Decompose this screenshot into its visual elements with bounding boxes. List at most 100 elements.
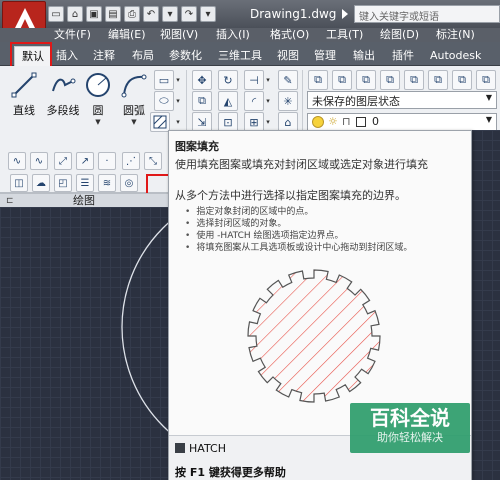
title-bar: ▭ ⌂ ▣ ▤ ⎙ ↶ ▾ ↷ ▾ Drawing1.dwg 键入关键字或短语	[0, 0, 500, 28]
draw-panel-title-bar[interactable]: ⊏ 绘图	[0, 193, 168, 207]
tooltip-bullet: 指定对象封闭的区域中的点。	[185, 206, 412, 218]
array-dropdown-icon[interactable]: ▾	[264, 112, 272, 132]
current-layer-select[interactable]: ☼ ⊓ 0 ▼	[307, 113, 497, 131]
f1-help-text: 按 F1 键获得更多帮助	[175, 466, 286, 479]
layer-unisolate-icon[interactable]: ⧉	[380, 70, 400, 90]
tab-manage[interactable]: 管理	[314, 46, 336, 66]
menu-format[interactable]: 格式(O)	[270, 28, 309, 42]
tooltip-methods-intro: 从多个方法中进行选择以指定图案填充的边界。	[175, 189, 406, 202]
rectangle-dropdown-icon[interactable]: ▾	[174, 70, 182, 90]
measure-icon[interactable]: ⤡	[144, 152, 162, 170]
layer-states-icon[interactable]: ⧉	[332, 70, 352, 90]
layer-freeze-icon[interactable]: ⧉	[404, 70, 424, 90]
hatch-icon[interactable]	[150, 112, 170, 132]
baike-watermark: 百科全说 助你轻松解决	[350, 403, 470, 453]
layer-state-select[interactable]: 未保存的图层状态 ▼	[307, 91, 497, 109]
save-as-icon[interactable]: ▤	[105, 6, 121, 22]
layer-lock-icon[interactable]: ⧉	[452, 70, 472, 90]
arc-dropdown-icon[interactable]: ▼	[116, 118, 152, 126]
tooltip-bullet: 将填充图案从工具选项板或设计中心拖动到封闭区域。	[185, 242, 412, 254]
rectangle-icon[interactable]: ▭	[154, 70, 174, 90]
line-icon	[9, 70, 39, 100]
tab-3d-tools[interactable]: 三维工具	[218, 46, 262, 66]
fillet-dropdown-icon[interactable]: ▾	[264, 91, 272, 111]
ellipse-icon[interactable]: ⬭	[154, 91, 174, 111]
ribbon-tab-row: 默认 插入 注释 布局 参数化 三维工具 视图 管理 输出 插件 Autodes…	[0, 42, 500, 82]
tab-plugins[interactable]: 插件	[392, 46, 414, 66]
drawing-canvas[interactable]	[0, 186, 403, 480]
spline-fit-icon[interactable]: ∿	[8, 152, 26, 170]
menu-dimension[interactable]: 标注(N)	[436, 28, 475, 42]
circle-dropdown-icon[interactable]: ▼	[80, 118, 116, 126]
undo-icon[interactable]: ↶	[143, 6, 159, 22]
menu-file[interactable]: 文件(F)	[54, 28, 91, 42]
fillet-icon[interactable]: ◜	[244, 91, 264, 111]
tooltip-description: 使用填充图案或填充对封闭区域或选定对象进行填充	[175, 158, 428, 171]
layer-state-value: 未保存的图层状态	[312, 95, 400, 108]
new-file-icon[interactable]: ▭	[48, 6, 64, 22]
layer-color-swatch	[356, 117, 366, 127]
redo-icon[interactable]: ↷	[181, 6, 197, 22]
undo-dropdown-icon[interactable]: ▾	[162, 6, 178, 22]
tab-layout[interactable]: 布局	[132, 46, 154, 66]
arc-tool-label: 圆弧	[123, 104, 145, 117]
move-icon[interactable]: ✥	[192, 70, 212, 90]
offset-icon[interactable]: ⌂	[278, 112, 298, 132]
tab-output[interactable]: 输出	[353, 46, 375, 66]
wipeout-icon[interactable]: ◰	[54, 174, 72, 192]
circle-tool[interactable]: 圆 ▼	[80, 70, 116, 126]
tab-insert[interactable]: 插入	[56, 46, 78, 66]
polyline-tool[interactable]: 多段线	[42, 70, 84, 118]
ray-icon[interactable]: ↗	[76, 152, 94, 170]
redo-dropdown-icon[interactable]: ▾	[200, 6, 216, 22]
tab-autodesk-360[interactable]: Autodesk 360	[430, 46, 500, 82]
open-folder-icon[interactable]: ⌂	[67, 6, 83, 22]
mirror-icon[interactable]: ◭	[218, 91, 238, 111]
divide-icon[interactable]: ⋰	[122, 152, 140, 170]
layer-state-dropdown-icon: ▼	[485, 93, 492, 102]
tab-parametric[interactable]: 参数化	[169, 46, 202, 66]
donut-icon[interactable]: ◎	[120, 174, 138, 192]
table-icon[interactable]: ☰	[76, 174, 94, 192]
hatch-dropdown-icon[interactable]: ▾	[174, 112, 182, 132]
hatched-gear-shape	[247, 269, 381, 403]
arc-tool[interactable]: 圆弧 ▼	[116, 70, 152, 126]
ellipse-dropdown-icon[interactable]: ▾	[174, 91, 182, 111]
rotate-icon[interactable]: ↻	[218, 70, 238, 90]
hatch-command-name: HATCH	[189, 442, 226, 455]
print-icon[interactable]: ⎙	[124, 6, 140, 22]
array-icon[interactable]: ⊞	[244, 112, 264, 132]
revision-cloud-icon[interactable]: ☁	[32, 174, 50, 192]
trim-icon[interactable]: ⊣	[244, 70, 264, 90]
menu-edit[interactable]: 编辑(E)	[108, 28, 146, 42]
menu-draw[interactable]: 绘图(D)	[380, 28, 419, 42]
erase-icon[interactable]: ✎	[278, 70, 298, 90]
menu-tools[interactable]: 工具(T)	[326, 28, 363, 42]
copy-icon[interactable]: ⧉	[192, 91, 212, 111]
spline-cv-icon[interactable]: ∿	[30, 152, 48, 170]
layer-isolate-icon[interactable]: ⧉	[356, 70, 376, 90]
explode-icon[interactable]: ✳	[278, 91, 298, 111]
watermark-main-text: 百科全说	[370, 406, 450, 430]
menu-insert[interactable]: 插入(I)	[216, 28, 250, 42]
layer-properties-icon[interactable]: ⧉	[308, 70, 328, 90]
search-expand-icon[interactable]	[342, 9, 348, 19]
tab-annotate[interactable]: 注释	[93, 46, 115, 66]
stretch-icon[interactable]: ⇲	[192, 112, 212, 132]
search-input[interactable]: 键入关键字或短语	[354, 5, 500, 23]
scale-icon[interactable]: ⊡	[218, 112, 238, 132]
line-tool[interactable]: 直线	[6, 70, 42, 118]
layer-off-icon[interactable]: ⧉	[428, 70, 448, 90]
helix-icon[interactable]: ≋	[98, 174, 116, 192]
region-icon[interactable]: ◫	[10, 174, 28, 192]
polyline-icon	[48, 70, 78, 100]
save-icon[interactable]: ▣	[86, 6, 102, 22]
menu-view[interactable]: 视图(V)	[160, 28, 198, 42]
layer-on-bulb-icon	[312, 116, 324, 128]
point-icon[interactable]: ·	[98, 152, 116, 170]
trim-dropdown-icon[interactable]: ▾	[264, 70, 272, 90]
tab-view[interactable]: 视图	[277, 46, 299, 66]
drawing-canvas-right[interactable]	[472, 130, 500, 480]
layer-more-icon[interactable]: ⧉	[476, 70, 496, 90]
construction-line-icon[interactable]: ⤢	[54, 152, 72, 170]
